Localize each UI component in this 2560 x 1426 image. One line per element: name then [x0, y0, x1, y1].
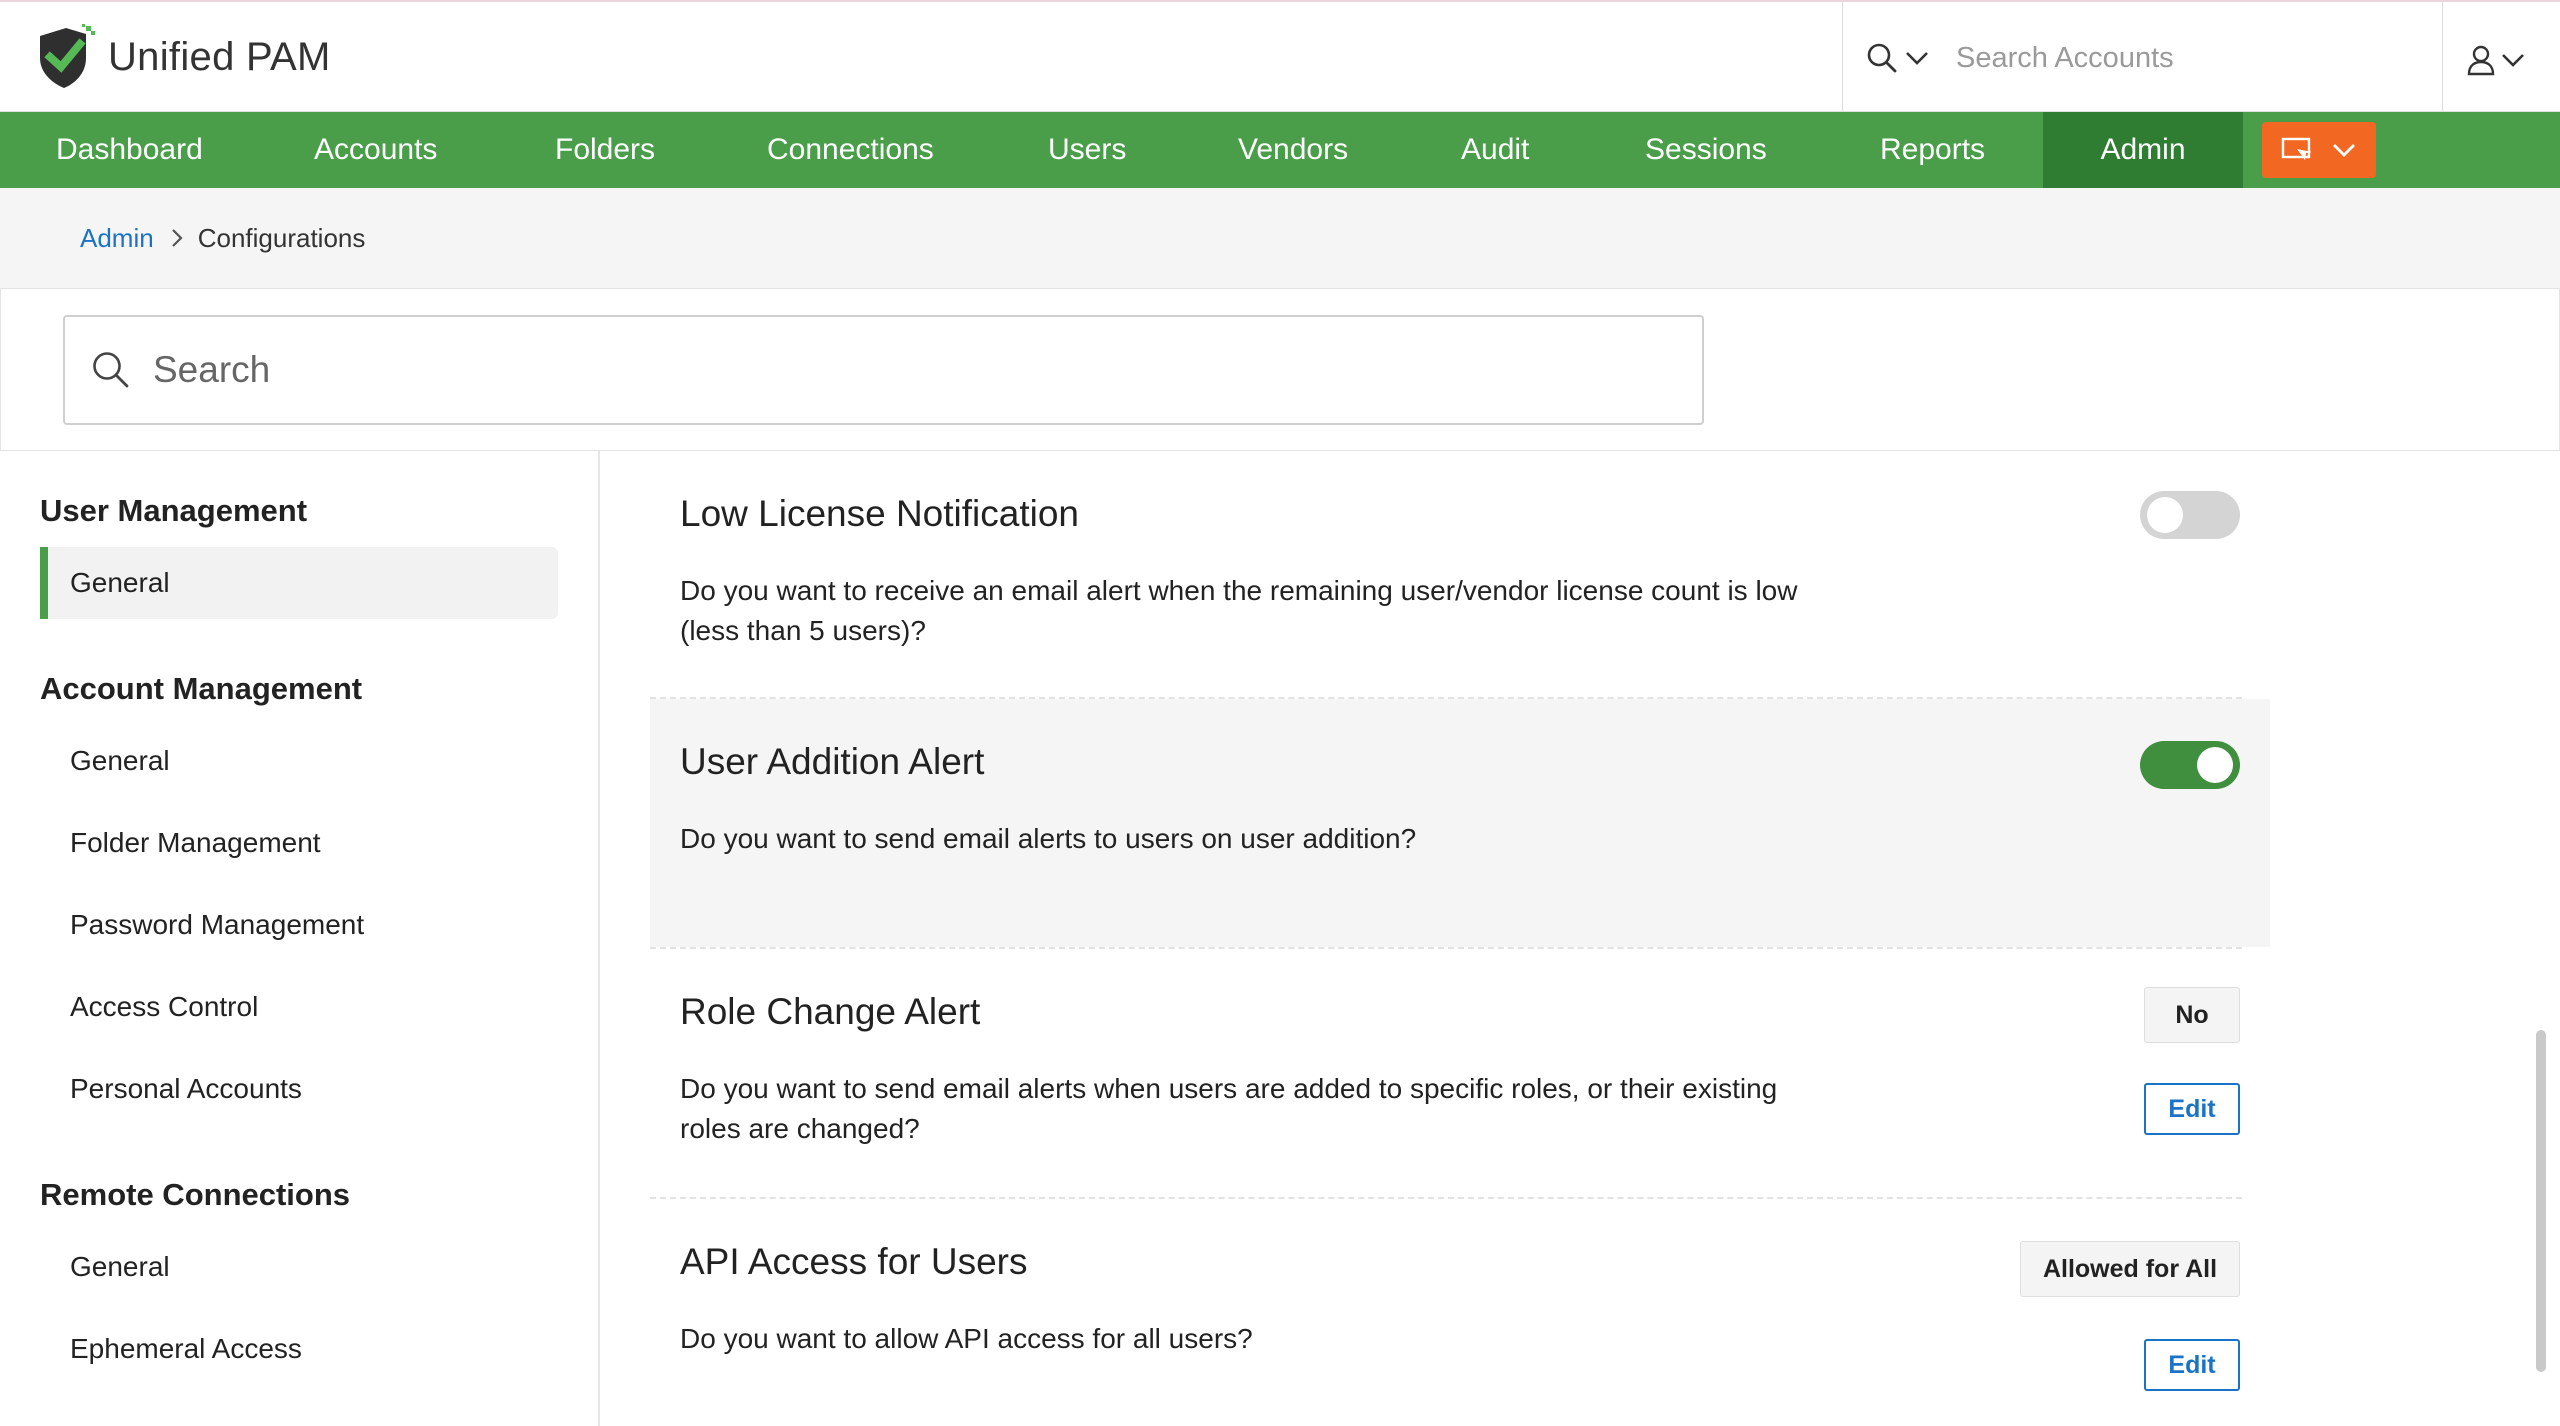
config-search-panel: [0, 288, 2560, 451]
config-search-box[interactable]: [63, 315, 1704, 425]
search-icon: [1867, 43, 1897, 73]
nav-sessions[interactable]: Sessions: [1645, 112, 1767, 188]
setting-low-license-notification: Low License Notification Do you want to …: [650, 451, 2270, 697]
api-access-value: Allowed for All: [2020, 1241, 2240, 1297]
header-divider: [2442, 2, 2443, 114]
setting-api-access: API Access for Users Do you want to allo…: [650, 1199, 2270, 1426]
low-license-toggle[interactable]: [2140, 491, 2240, 539]
toggle-knob: [2197, 747, 2233, 783]
user-addition-toggle[interactable]: [2140, 741, 2240, 789]
setting-role-change-alert: Role Change Alert Do you want to send em…: [650, 949, 2270, 1197]
setting-title: Low License Notification: [680, 493, 1079, 534]
sidebar-heading-user-management: User Management: [40, 493, 308, 528]
breadcrumb-current: Configurations: [197, 222, 366, 253]
nav-connections[interactable]: Connections: [767, 112, 934, 188]
top-header: Unified PAM: [0, 0, 2560, 114]
role-change-value: No: [2144, 987, 2240, 1043]
chevron-down-icon: [1906, 52, 1928, 65]
nav-audit[interactable]: Audit: [1461, 112, 1529, 188]
content-scrollbar[interactable]: [2536, 1030, 2546, 1372]
setting-description: Do you want to allow API access for all …: [680, 1323, 1253, 1354]
sidebar-item-password-management[interactable]: Password Management: [40, 889, 558, 961]
sidebar-item-user-general[interactable]: General: [40, 547, 558, 619]
nav-admin[interactable]: Admin: [2043, 112, 2243, 188]
nav-dashboard[interactable]: Dashboard: [56, 112, 203, 188]
header-divider: [1842, 2, 1843, 114]
user-icon: [2467, 45, 2495, 76]
chevron-down-icon: [2502, 54, 2524, 67]
config-search-input[interactable]: [153, 330, 1702, 410]
breadcrumb-bar: Admin Configurations: [0, 188, 2560, 288]
breadcrumb: Admin Configurations: [80, 218, 365, 258]
app-title: Unified PAM: [108, 34, 331, 79]
sidebar-heading-remote-connections: Remote Connections: [40, 1177, 351, 1212]
logo[interactable]: Unified PAM: [36, 24, 331, 90]
sidebar-item-ephemeral-access[interactable]: Ephemeral Access: [40, 1313, 558, 1385]
remote-session-launcher-button[interactable]: [2262, 122, 2376, 178]
setting-description: Do you want to send email alerts to user…: [680, 823, 1417, 854]
breadcrumb-admin-link[interactable]: Admin: [80, 223, 154, 254]
setting-description: Do you want to receive an email alert wh…: [680, 575, 1798, 646]
nav-folders[interactable]: Folders: [555, 112, 655, 188]
nav-accounts[interactable]: Accounts: [314, 112, 437, 188]
chevron-right-icon: [170, 227, 184, 249]
setting-title: Role Change Alert: [680, 991, 981, 1032]
role-change-edit-button[interactable]: Edit: [2144, 1083, 2240, 1135]
setting-user-addition-alert: User Addition Alert Do you want to send …: [650, 699, 2270, 947]
shield-check-icon: [40, 24, 95, 88]
sidebar-item-access-control[interactable]: Access Control: [40, 971, 558, 1043]
main-nav: Dashboard Accounts Folders Connections U…: [0, 112, 2560, 188]
setting-title: API Access for Users: [680, 1241, 1028, 1282]
sidebar-item-folder-management[interactable]: Folder Management: [40, 807, 558, 879]
sidebar-item-personal-accounts[interactable]: Personal Accounts: [40, 1053, 558, 1125]
sidebar-item-account-general[interactable]: General: [40, 725, 558, 797]
search-icon: [93, 352, 129, 388]
sidebar-heading-account-management: Account Management: [40, 671, 363, 706]
api-access-edit-button[interactable]: Edit: [2144, 1339, 2240, 1391]
remote-screen-icon: [2281, 137, 2312, 160]
account-search-input[interactable]: [1956, 32, 2416, 84]
config-content: Low License Notification Do you want to …: [602, 451, 2542, 1426]
setting-title: User Addition Alert: [680, 741, 985, 782]
sidebar-item-remote-general[interactable]: General: [40, 1231, 558, 1303]
user-menu[interactable]: [2466, 40, 2526, 80]
nav-vendors[interactable]: Vendors: [1238, 112, 1348, 188]
setting-description: Do you want to send email alerts when us…: [680, 1073, 1778, 1144]
config-sidebar: User Management General Account Manageme…: [0, 451, 600, 1426]
nav-users[interactable]: Users: [1048, 112, 1126, 188]
search-scope-dropdown[interactable]: [1866, 38, 1930, 78]
nav-reports[interactable]: Reports: [1880, 112, 1985, 188]
chevron-down-icon: [2333, 144, 2355, 157]
toggle-knob: [2147, 497, 2183, 533]
